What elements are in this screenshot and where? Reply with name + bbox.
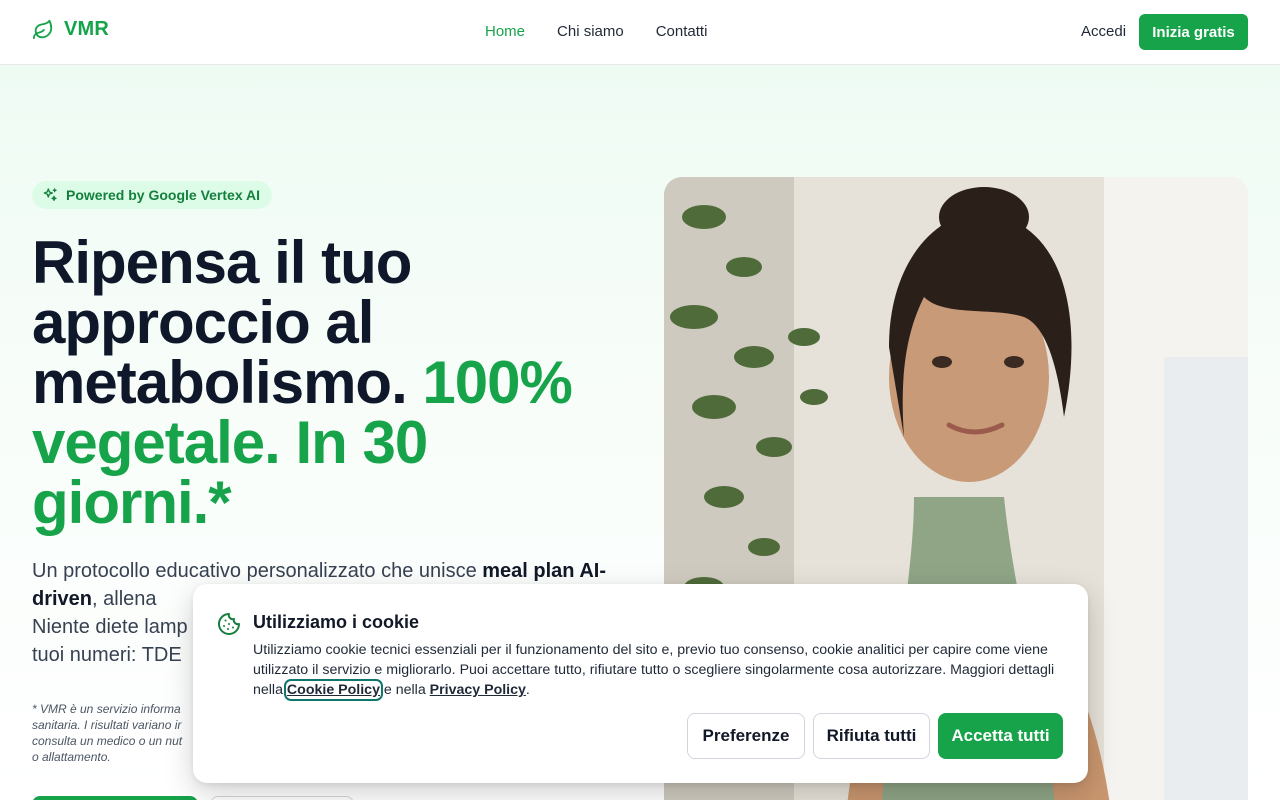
site-header: VMR Home Chi siamo Contatti Accedi Inizi… <box>0 0 1280 65</box>
hero-headline: Ripensa il tuo approccio al metabolismo.… <box>32 233 632 533</box>
cookie-policy-link[interactable]: Cookie Policy <box>283 679 383 701</box>
accept-all-button[interactable]: Accetta tutti <box>938 713 1063 759</box>
disclaimer-line-1: * VMR è un servizio informa <box>32 702 181 716</box>
logo-text: VMR <box>64 18 110 40</box>
privacy-policy-link[interactable]: Privacy Policy <box>430 682 526 698</box>
cookie-banner: Utilizziamo i cookie Utilizziamo cookie … <box>193 584 1088 783</box>
leaf-icon <box>32 19 53 39</box>
lead-part-1: Un protocollo educativo personalizzato c… <box>32 560 483 582</box>
cookie-text-2: e nella <box>379 682 430 698</box>
login-link[interactable]: Accedi <box>1081 23 1126 40</box>
reject-all-button[interactable]: Rifiuta tutti <box>813 713 930 759</box>
cookie-title: Utilizziamo i cookie <box>253 612 420 632</box>
cookie-icon <box>218 613 240 635</box>
hero-primary-button[interactable] <box>32 796 198 800</box>
lead-part-4: tuoi numeri: TDE <box>32 644 182 666</box>
powered-by-badge: Powered by Google Vertex AI <box>32 181 272 209</box>
hero-secondary-button[interactable] <box>210 796 354 800</box>
nav-contatti[interactable]: Contatti <box>656 23 708 40</box>
sparkles-icon <box>43 188 57 201</box>
cookie-text-3: . <box>525 682 530 698</box>
headline-dark: Ripensa il tuo approccio al metabolismo. <box>32 229 412 416</box>
logo[interactable]: VMR <box>32 18 109 41</box>
main-nav: Home Chi siamo Contatti <box>485 23 707 40</box>
preferences-button[interactable]: Preferenze <box>687 713 805 759</box>
cookie-description: Utilizziamo cookie tecnici essenziali pe… <box>253 640 1063 701</box>
disclaimer-line-3: consulta un medico o un nut <box>32 734 183 748</box>
badge-label: Powered by Google Vertex AI <box>66 187 260 203</box>
nav-home[interactable]: Home <box>485 23 525 40</box>
nav-chi-siamo[interactable]: Chi siamo <box>557 23 624 40</box>
lead-part-2: , allena <box>92 588 157 610</box>
start-free-button[interactable]: Inizia gratis <box>1139 14 1248 50</box>
lead-part-3: Niente diete lamp <box>32 616 188 638</box>
disclaimer-line-4: o allattamento. <box>32 750 111 764</box>
disclaimer-line-2: sanitaria. I risultati variano ir <box>32 718 182 732</box>
